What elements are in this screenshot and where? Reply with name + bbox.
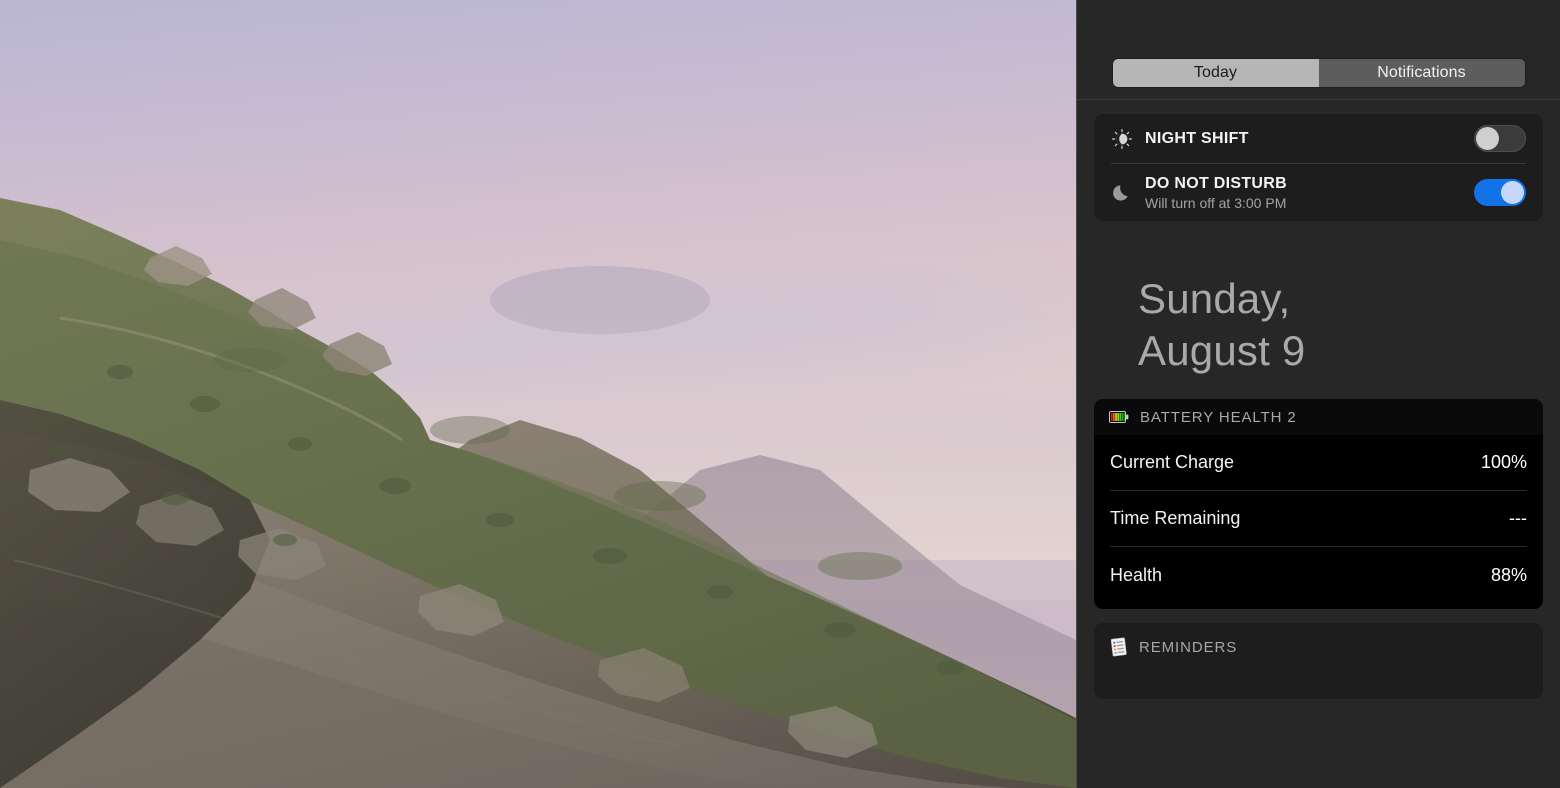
night-shift-toggle[interactable]: [1474, 125, 1526, 152]
tab-notifications[interactable]: Notifications: [1319, 59, 1525, 87]
desktop-wallpaper: [0, 0, 1076, 788]
notification-center-panel: Today Notifications: [1076, 0, 1560, 788]
battery-row-health: Health 88%: [1110, 547, 1527, 603]
battery-widget-header: BATTERY HEALTH 2: [1094, 399, 1543, 435]
night-shift-toggle-knob: [1476, 127, 1499, 150]
desktop-screen: Today Notifications: [0, 0, 1560, 788]
do-not-disturb-subtitle: Will turn off at 3:00 PM: [1145, 194, 1474, 212]
reminders-widget-title: REMINDERS: [1139, 639, 1237, 656]
battery-health-widget[interactable]: BATTERY HEALTH 2 Current Charge 100% Tim…: [1094, 399, 1543, 609]
crescent-moon-icon: [1111, 182, 1145, 204]
wallpaper-image: [0, 0, 1076, 788]
battery-icon-svg: [1109, 411, 1129, 423]
do-not-disturb-toggle[interactable]: [1474, 179, 1526, 206]
battery-widget-body: Current Charge 100% Time Remaining --- H…: [1094, 435, 1543, 609]
reminders-widget[interactable]: REMINDERS: [1094, 623, 1543, 699]
notification-center-header: Today Notifications: [1077, 0, 1560, 100]
battery-widget-title: BATTERY HEALTH 2: [1140, 409, 1297, 426]
do-not-disturb-text: DO NOT DISTURB Will turn off at 3:00 PM: [1145, 174, 1474, 212]
quick-toggles-card: NIGHT SHIFT DO NOT DISTURB: [1094, 114, 1543, 221]
crescent-moon-icon-svg: [1111, 182, 1133, 204]
battery-row-label: Health: [1110, 565, 1162, 586]
do-not-disturb-title: DO NOT DISTURB: [1145, 174, 1474, 193]
do-not-disturb-row[interactable]: DO NOT DISTURB Will turn off at 3:00 PM: [1094, 164, 1543, 221]
date-block: Sunday, August 9: [1094, 221, 1543, 377]
night-shift-title: NIGHT SHIFT: [1145, 129, 1474, 148]
tab-today[interactable]: Today: [1113, 59, 1319, 87]
sun-moon-icon: [1111, 128, 1145, 150]
segmented-control[interactable]: Today Notifications: [1113, 59, 1525, 87]
date-month-day: August 9: [1138, 325, 1543, 377]
reminders-list-icon-svg: [1109, 637, 1128, 657]
battery-row-current-charge: Current Charge 100%: [1110, 435, 1527, 491]
night-shift-text: NIGHT SHIFT: [1145, 129, 1474, 148]
sun-moon-icon-svg: [1111, 128, 1133, 150]
battery-row-time-remaining: Time Remaining ---: [1110, 491, 1527, 547]
notification-center-body: NIGHT SHIFT DO NOT DISTURB: [1077, 114, 1560, 699]
reminders-widget-header: REMINDERS: [1094, 629, 1543, 665]
battery-row-label: Current Charge: [1110, 452, 1234, 473]
battery-row-value: ---: [1509, 508, 1527, 529]
date-weekday: Sunday,: [1138, 273, 1543, 325]
do-not-disturb-toggle-knob: [1501, 181, 1524, 204]
battery-row-value: 100%: [1481, 452, 1527, 473]
reminders-list-icon: [1109, 637, 1128, 657]
battery-icon: [1109, 411, 1129, 423]
battery-row-value: 88%: [1491, 565, 1527, 586]
battery-row-label: Time Remaining: [1110, 508, 1240, 529]
night-shift-row[interactable]: NIGHT SHIFT: [1094, 114, 1543, 163]
